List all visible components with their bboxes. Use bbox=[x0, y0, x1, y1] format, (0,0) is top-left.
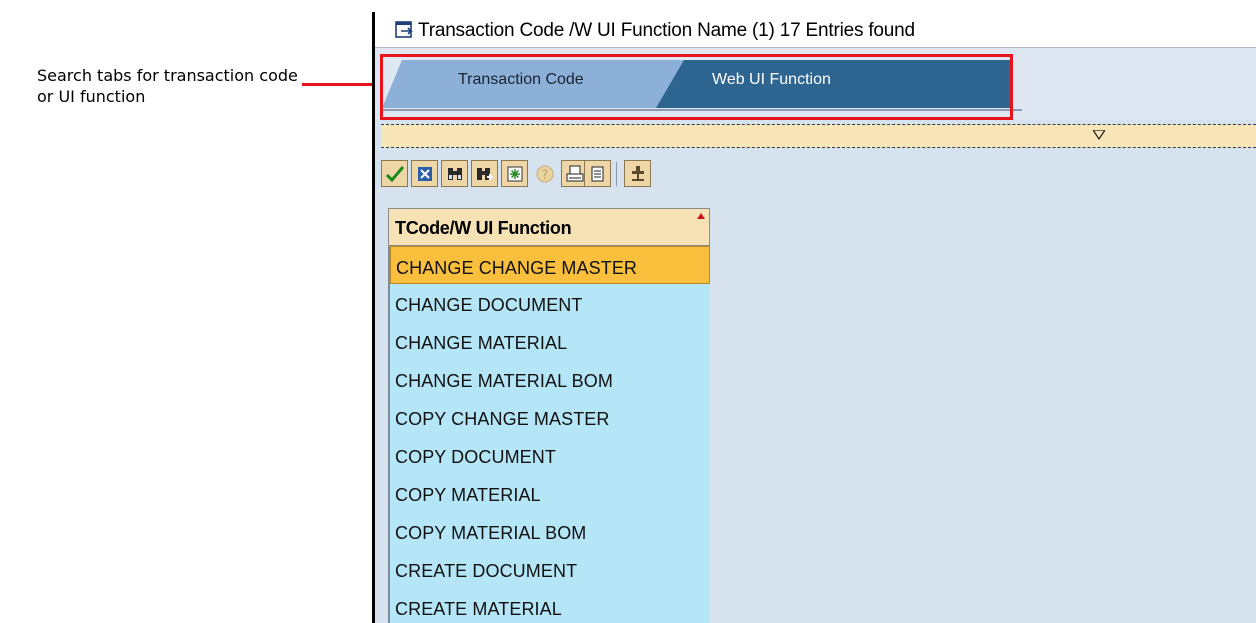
tab-transaction-code[interactable]: Transaction Code bbox=[458, 71, 584, 89]
dialog-title: Transaction Code /W UI Function Name (1)… bbox=[418, 20, 915, 41]
column-header-tcode[interactable]: TCode/W UI Function bbox=[388, 208, 710, 246]
list-item[interactable]: COPY MATERIAL bbox=[390, 474, 710, 512]
check-icon[interactable] bbox=[381, 160, 408, 187]
search-help-dialog: Transaction Code /W UI Function Name (1)… bbox=[372, 12, 1256, 623]
column-header-label: TCode/W UI Function bbox=[395, 218, 572, 238]
annotation-pointer-line bbox=[302, 83, 378, 86]
help-icon[interactable]: ? bbox=[531, 160, 558, 187]
list-item[interactable]: COPY DOCUMENT bbox=[390, 436, 710, 474]
expand-triangle-icon[interactable] bbox=[1093, 130, 1105, 140]
list-item[interactable]: CHANGE DOCUMENT bbox=[390, 284, 710, 322]
new-entries-icon[interactable] bbox=[501, 160, 528, 187]
tab-strip: Transaction Code Web UI Function bbox=[375, 48, 1256, 120]
filter-icon[interactable] bbox=[624, 160, 651, 187]
dialog-title-bar: Transaction Code /W UI Function Name (1)… bbox=[375, 12, 1256, 48]
list-item[interactable]: CHANGE MATERIAL bbox=[390, 322, 710, 360]
results-list: CHANGE CHANGE MASTER CHANGE DOCUMENT CHA… bbox=[388, 246, 710, 623]
find-next-icon[interactable] bbox=[471, 160, 498, 187]
list-item[interactable]: COPY CHANGE MASTER bbox=[390, 398, 710, 436]
list-item[interactable]: CREATE MATERIAL bbox=[390, 588, 710, 623]
list-item[interactable]: CREATE DOCUMENT bbox=[390, 550, 710, 588]
svg-text:?: ? bbox=[541, 167, 547, 181]
sort-marker-icon bbox=[697, 213, 705, 219]
annotation-callout: Search tabs for transaction code or UI f… bbox=[37, 66, 298, 106]
list-item[interactable]: CHANGE MATERIAL BOM bbox=[390, 360, 710, 398]
toolbar-separator bbox=[616, 162, 617, 186]
dialog-window-icon bbox=[395, 21, 413, 38]
find-icon[interactable] bbox=[441, 160, 468, 187]
list-item[interactable]: CHANGE CHANGE MASTER bbox=[390, 246, 710, 284]
tab-web-ui-function[interactable]: Web UI Function bbox=[712, 71, 831, 89]
selection-criteria-bar[interactable] bbox=[381, 124, 1256, 148]
cancel-icon[interactable] bbox=[411, 160, 438, 187]
list-item[interactable]: COPY MATERIAL BOM bbox=[390, 512, 710, 550]
list-icon[interactable] bbox=[584, 160, 611, 187]
